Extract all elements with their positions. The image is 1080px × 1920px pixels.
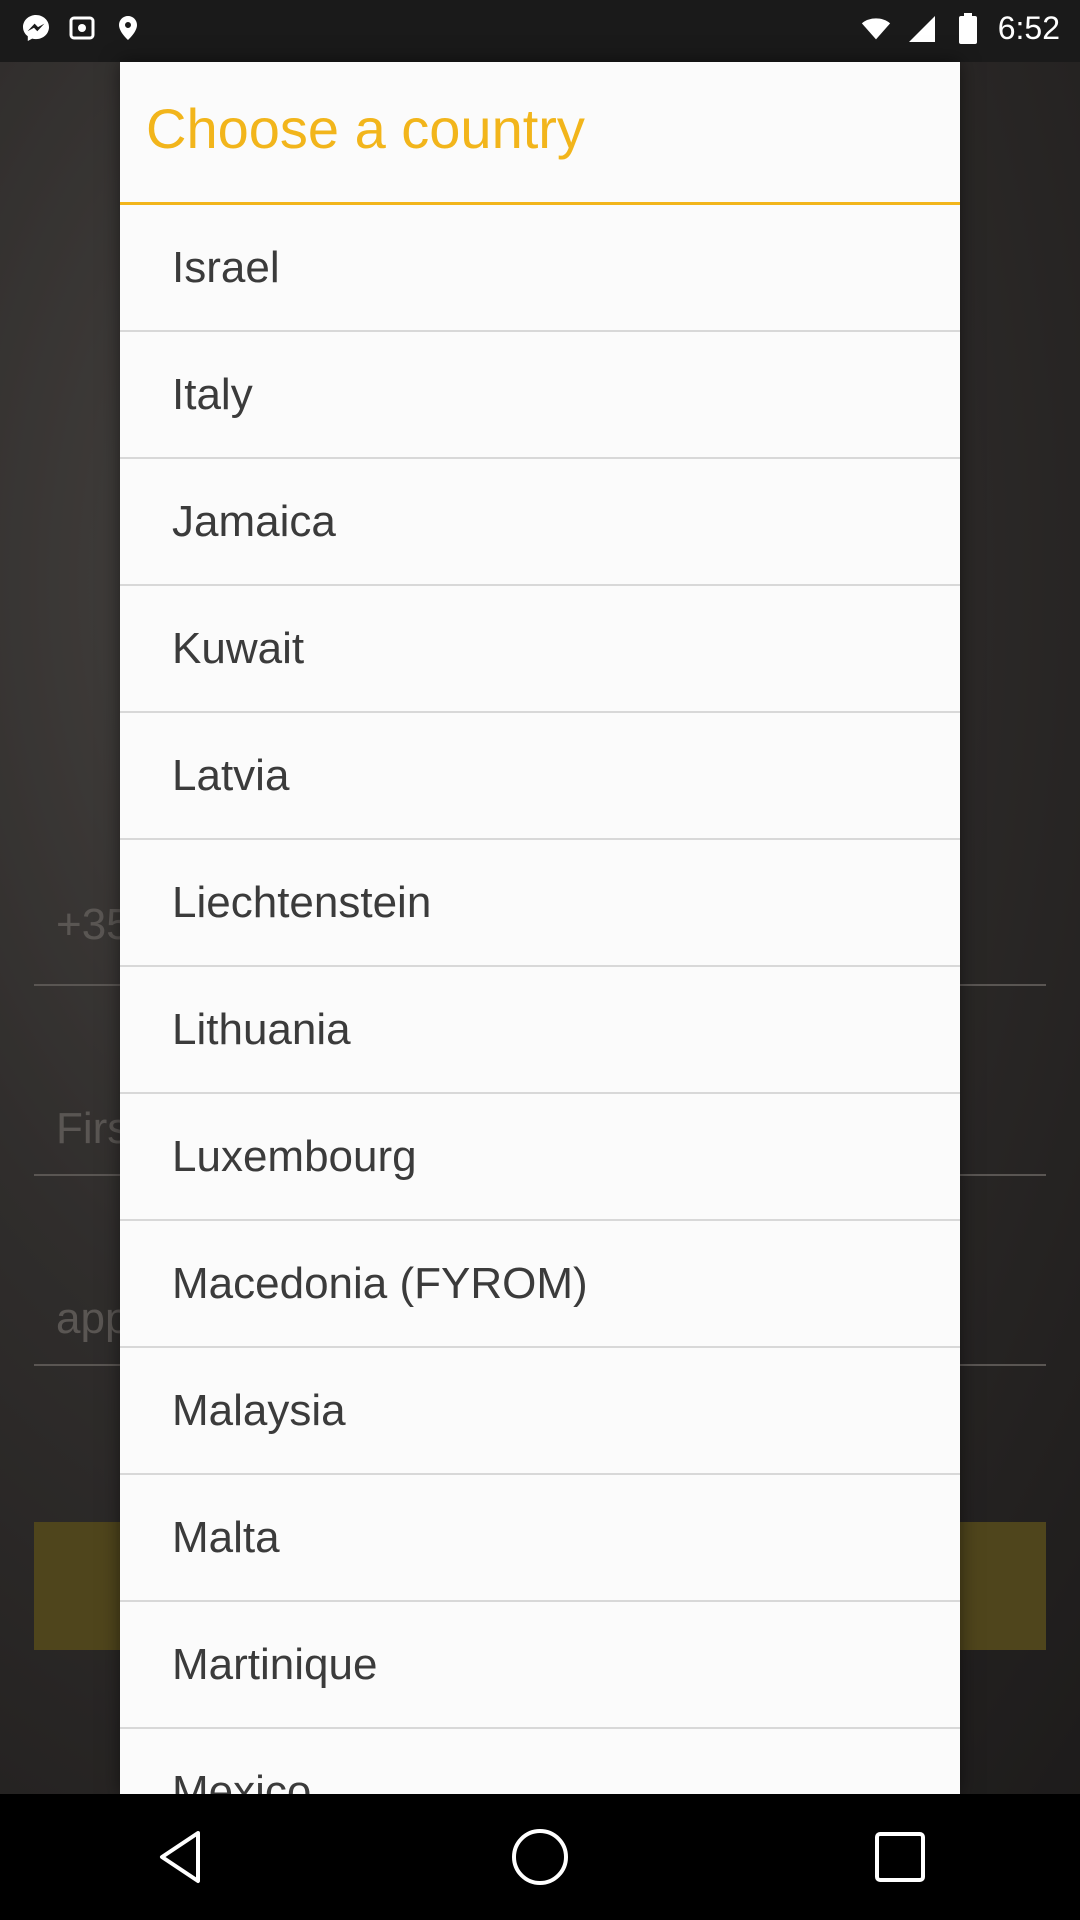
location-icon bbox=[112, 12, 144, 44]
battery-icon bbox=[952, 12, 984, 45]
country-item-malaysia[interactable]: Malaysia bbox=[120, 1348, 960, 1475]
status-time: 6:52 bbox=[997, 10, 1060, 46]
country-item-israel[interactable]: Israel bbox=[120, 205, 960, 332]
recents-icon[interactable] bbox=[840, 1807, 960, 1907]
country-item-italy[interactable]: Italy bbox=[120, 332, 960, 459]
country-item-liechtenstein[interactable]: Liechtenstein bbox=[120, 840, 960, 967]
screen: 6:52 +35 Firs app Choose a country Israe… bbox=[0, 0, 1080, 1920]
country-item-kuwait[interactable]: Kuwait bbox=[120, 586, 960, 713]
back-icon[interactable] bbox=[120, 1807, 240, 1907]
country-item-luxembourg[interactable]: Luxembourg bbox=[120, 1094, 960, 1221]
country-picker-dialog: Choose a country Israel Italy Jamaica Ku… bbox=[120, 62, 960, 1794]
dialog-title: Choose a country bbox=[146, 97, 585, 160]
home-icon[interactable] bbox=[480, 1807, 600, 1907]
country-item-malta[interactable]: Malta bbox=[120, 1475, 960, 1602]
country-item-jamaica[interactable]: Jamaica bbox=[120, 459, 960, 586]
country-list[interactable]: Israel Italy Jamaica Kuwait Latvia Liech… bbox=[120, 205, 960, 1794]
notification-icon bbox=[66, 12, 98, 44]
country-item-mexico[interactable]: Mexico bbox=[120, 1729, 960, 1795]
navigation-bar bbox=[0, 1794, 1080, 1920]
status-bar: 6:52 bbox=[0, 0, 1080, 62]
country-item-lithuania[interactable]: Lithuania bbox=[120, 967, 960, 1094]
country-item-martinique[interactable]: Martinique bbox=[120, 1602, 960, 1729]
signal-icon bbox=[906, 13, 938, 45]
country-item-macedonia[interactable]: Macedonia (FYROM) bbox=[120, 1221, 960, 1348]
wifi-icon bbox=[860, 13, 892, 45]
country-item-latvia[interactable]: Latvia bbox=[120, 713, 960, 840]
messenger-icon bbox=[20, 12, 52, 44]
